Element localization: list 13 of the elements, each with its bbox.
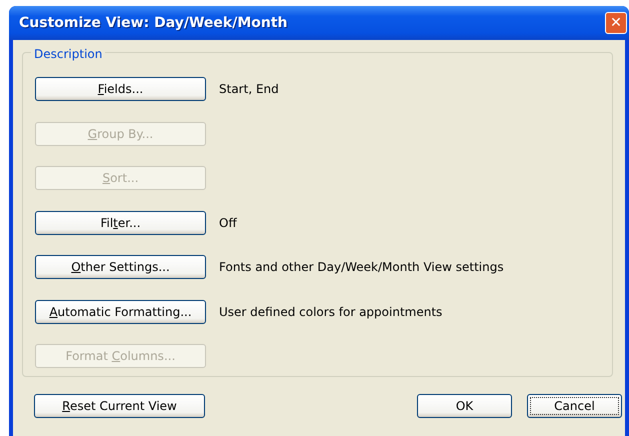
setting-description: User defined colors for appointments xyxy=(219,304,442,321)
dialog-button[interactable]: Automatic Formatting... xyxy=(35,300,206,324)
ok-button[interactable]: OK xyxy=(417,394,512,418)
reset-button[interactable]: Reset Current View xyxy=(34,394,205,418)
setting-description: Start, End xyxy=(219,81,279,98)
close-button[interactable]: ✕ xyxy=(605,12,627,34)
cancel-button[interactable]: Cancel xyxy=(527,394,622,418)
setting-description: Off xyxy=(219,214,237,232)
dialog-button[interactable]: Other Settings... xyxy=(35,255,206,280)
dialog-button[interactable]: Fields... xyxy=(35,77,206,102)
setting-description: Fonts and other Day/Week/Month View settings xyxy=(219,259,504,276)
window-title: Customize View: Day/Week/Month xyxy=(18,14,288,32)
dialog-button[interactable]: Filter... xyxy=(35,210,206,235)
